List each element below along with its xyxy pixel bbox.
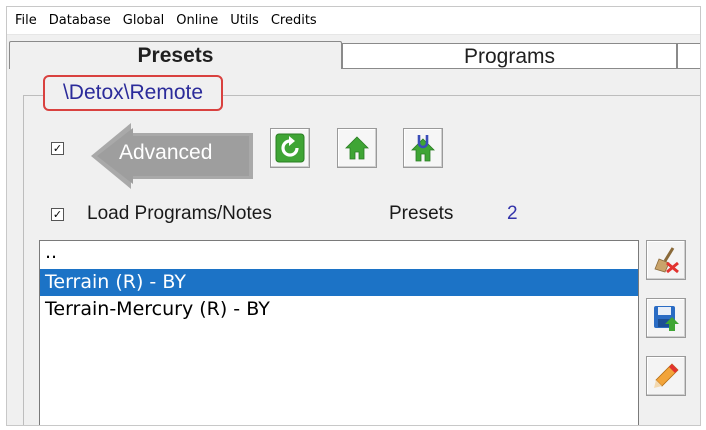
presets-count-value: 2 [507, 203, 518, 224]
tab-programs[interactable]: Programs [342, 43, 677, 69]
refresh-icon [275, 133, 305, 163]
menu-database[interactable]: Database [45, 13, 115, 28]
edit-preset-button[interactable] [646, 356, 686, 396]
app-window: File Database Global Online Utils Credit… [6, 6, 701, 426]
list-item-parent[interactable]: .. [40, 241, 638, 269]
menu-online[interactable]: Online [172, 13, 222, 28]
presets-count-label: Presets [389, 203, 454, 224]
tab-divider [342, 68, 700, 69]
home-upload-button[interactable] [403, 128, 443, 168]
save-icon [654, 306, 679, 331]
refresh-button[interactable] [270, 128, 310, 168]
menu-credits[interactable]: Credits [267, 13, 321, 28]
menu-bar: File Database Global Online Utils Credit… [7, 7, 700, 35]
menu-file[interactable]: File [11, 13, 41, 28]
load-programs-checkbox[interactable]: ✓ [51, 208, 64, 221]
advanced-label: Advanced [119, 141, 213, 164]
preset-list[interactable]: .. Terrain (R) - BY Terrain-Mercury (R) … [39, 240, 639, 425]
tab-overflow[interactable] [677, 43, 700, 69]
advanced-checkbox[interactable]: ✓ [51, 142, 64, 155]
edit-pencil-icon [654, 363, 679, 388]
list-item-selected[interactable]: Terrain (R) - BY [40, 269, 638, 296]
home-button[interactable] [337, 128, 377, 168]
menu-global[interactable]: Global [119, 13, 168, 28]
delete-preset-button[interactable] [646, 240, 686, 280]
load-programs-label: Load Programs/Notes [87, 203, 272, 224]
delete-brush-icon [654, 247, 679, 274]
home-icon [345, 136, 369, 160]
tab-presets[interactable]: Presets [9, 41, 342, 69]
save-preset-button[interactable] [646, 298, 686, 338]
list-item[interactable]: Terrain-Mercury (R) - BY [40, 296, 638, 323]
current-path-label: \Detox\Remote [43, 75, 223, 111]
menu-utils[interactable]: Utils [226, 13, 263, 28]
home-upload-icon [411, 135, 435, 162]
